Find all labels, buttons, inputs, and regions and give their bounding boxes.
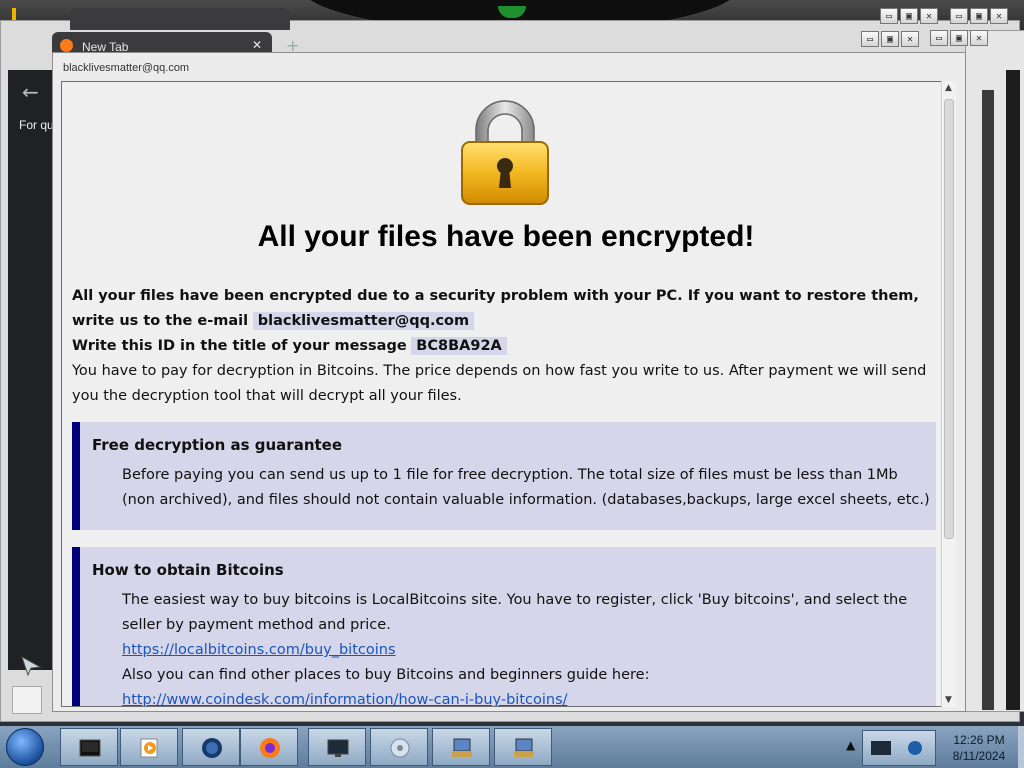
background-browser-tab[interactable] bbox=[70, 8, 290, 30]
network-tray-icon bbox=[871, 741, 922, 755]
background-window-controls: ▭ ▣ ✕ bbox=[950, 8, 1008, 24]
maximize-button[interactable]: ▣ bbox=[900, 8, 918, 24]
taskbar-item-remote-desktop[interactable] bbox=[308, 728, 366, 766]
taskbar-item-firefox[interactable] bbox=[240, 728, 298, 766]
ransom-note-content: All your files have been encrypted! All … bbox=[61, 81, 949, 707]
minimize-button[interactable]: ▭ bbox=[880, 8, 898, 24]
minimize-button[interactable]: ▭ bbox=[950, 8, 968, 24]
scroll-up-icon[interactable]: ▲ bbox=[945, 83, 952, 93]
start-button[interactable] bbox=[6, 728, 44, 766]
cursor-arrow-icon bbox=[21, 655, 42, 677]
installer-icon-1 bbox=[452, 738, 472, 757]
localbitcoins-link[interactable]: https://localbitcoins.com/buy_bitcoins bbox=[122, 638, 932, 663]
desktop-small-window bbox=[12, 686, 42, 714]
bitcoin-text-1: The easiest way to buy bitcoins is Local… bbox=[122, 592, 908, 633]
back-arrow-icon[interactable]: ← bbox=[22, 80, 39, 104]
remote-desktop-icon bbox=[327, 739, 349, 757]
close-button[interactable]: ✕ bbox=[970, 30, 988, 46]
background-window-controls: ▭ ▣ ✕ bbox=[880, 8, 938, 24]
background-window-controls: ▭ ▣ ✕ bbox=[930, 30, 988, 46]
scroll-down-icon[interactable]: ▼ bbox=[945, 695, 952, 705]
taskbar-item-media-player[interactable] bbox=[120, 728, 178, 766]
media-player-icon bbox=[140, 738, 158, 758]
show-desktop-button[interactable] bbox=[1018, 726, 1024, 768]
tray-expand-icon[interactable]: ▲ bbox=[846, 738, 855, 752]
tab-close-icon[interactable]: ✕ bbox=[252, 38, 262, 52]
system-tray[interactable] bbox=[862, 730, 936, 766]
maximize-button[interactable]: ▣ bbox=[881, 31, 899, 47]
minimize-button[interactable]: ▭ bbox=[861, 31, 879, 47]
close-button[interactable]: ✕ bbox=[901, 31, 919, 47]
guarantee-section: Free decryption as guarantee Before payi… bbox=[72, 422, 936, 530]
intro-bold-text: All your files have been encrypted due t… bbox=[72, 288, 919, 329]
taskbar-item-disc-app[interactable] bbox=[370, 728, 428, 766]
close-button[interactable]: ✕ bbox=[920, 8, 938, 24]
main-window-controls: ▭ ▣ ✕ bbox=[861, 31, 919, 47]
ransom-note-window: blacklivesmatter@qq.com ▭ ▣ ✕ All your f… bbox=[52, 31, 966, 712]
id-instruction-text: Write this ID in the title of your messa… bbox=[72, 338, 407, 354]
victim-id: BC8BA92A bbox=[411, 337, 507, 355]
clock-date: 8/11/2024 bbox=[952, 749, 1006, 763]
vertical-scrollbar[interactable]: ▲ ▼ bbox=[941, 81, 956, 707]
close-button[interactable]: ✕ bbox=[990, 8, 1008, 24]
guarantee-title: Free decryption as guarantee bbox=[92, 436, 343, 454]
bitcoin-text-2: Also you can find other places to buy Bi… bbox=[122, 667, 650, 683]
bitcoin-body: The easiest way to buy bitcoins is Local… bbox=[122, 588, 932, 706]
background-browser-sidebar bbox=[8, 70, 58, 670]
bitcoin-section: How to obtain Bitcoins The easiest way t… bbox=[72, 547, 936, 706]
taskbar-clock[interactable]: 12:26 PM 8/11/2024 bbox=[940, 732, 1018, 764]
ransom-headline: All your files have been encrypted! bbox=[257, 220, 755, 253]
scroll-thumb[interactable] bbox=[944, 99, 954, 539]
maximize-button[interactable]: ▣ bbox=[950, 30, 968, 46]
background-partial-text: For qu bbox=[19, 118, 54, 132]
bitcoin-title: How to obtain Bitcoins bbox=[92, 561, 284, 579]
background-window-edge bbox=[982, 90, 994, 710]
taskbar-item-media-center[interactable] bbox=[60, 728, 118, 766]
taskbar-item-installer-1[interactable] bbox=[432, 728, 490, 766]
disc-app-icon bbox=[390, 738, 410, 758]
taskbar-item-installer-2[interactable] bbox=[494, 728, 552, 766]
ransom-intro: All your files have been encrypted due t… bbox=[72, 284, 932, 409]
installer-icon-2 bbox=[514, 738, 534, 757]
clock-time: 12:26 PM bbox=[953, 733, 1005, 747]
contact-email: blacklivesmatter@qq.com bbox=[252, 312, 475, 330]
globe-browser-icon bbox=[202, 738, 222, 758]
firefox-icon bbox=[260, 738, 280, 758]
maximize-button[interactable]: ▣ bbox=[970, 8, 988, 24]
taskbar-item-browser[interactable] bbox=[182, 728, 240, 766]
firefox-icon bbox=[60, 39, 73, 52]
payment-instructions: You have to pay for decryption in Bitcoi… bbox=[72, 363, 927, 404]
guarantee-body: Before paying you can send us up to 1 fi… bbox=[122, 467, 930, 508]
minimize-button[interactable]: ▭ bbox=[930, 30, 948, 46]
media-center-icon bbox=[79, 739, 101, 757]
background-window-edge bbox=[1006, 70, 1020, 710]
padlock-icon bbox=[461, 100, 549, 205]
window-title: blacklivesmatter@qq.com bbox=[63, 62, 190, 74]
coindesk-link[interactable]: http://www.coindesk.com/information/how-… bbox=[122, 688, 932, 706]
